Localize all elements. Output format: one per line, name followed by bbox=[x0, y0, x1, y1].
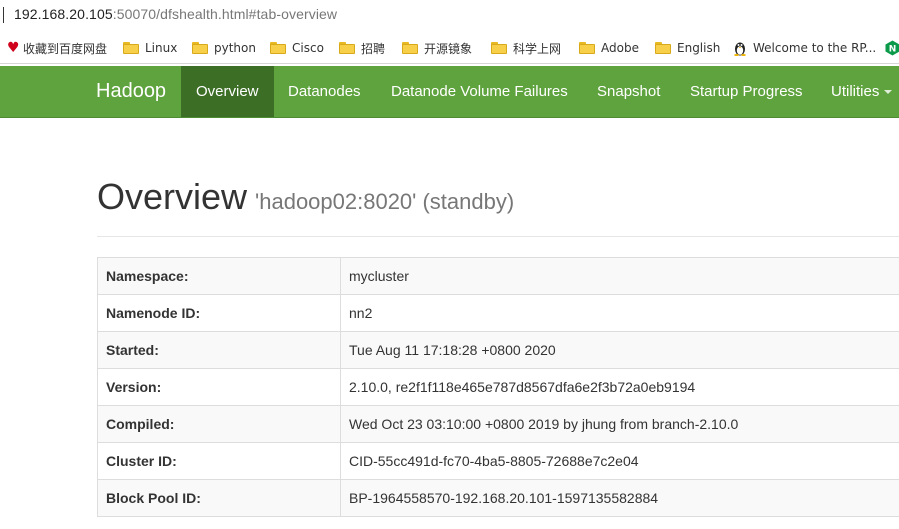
table-row: Compiled: Wed Oct 23 03:10:00 +0800 2019… bbox=[97, 405, 899, 443]
bookmark-label: Cisco bbox=[292, 41, 324, 55]
row-label: Started: bbox=[97, 331, 341, 369]
folder-icon bbox=[339, 42, 355, 54]
table-row: Cluster ID: CID-55cc491d-fc70-4ba5-8805-… bbox=[97, 442, 899, 480]
tab-startup-progress[interactable]: Startup Progress bbox=[675, 66, 818, 117]
bookmark-label: 招聘 bbox=[361, 41, 386, 56]
bookmark-label: 开源镜象 bbox=[424, 41, 473, 56]
bookmark-cisco[interactable]: Cisco bbox=[270, 39, 324, 57]
folder-icon bbox=[270, 42, 286, 54]
folder-icon bbox=[579, 42, 595, 54]
bookmark-linux[interactable]: Linux bbox=[123, 39, 177, 57]
page-subtitle: 'hadoop02:8020' (standby) bbox=[255, 189, 515, 214]
bookmark-adobe[interactable]: Adobe bbox=[579, 39, 639, 57]
tab-datanodes[interactable]: Datanodes bbox=[273, 66, 376, 117]
row-value: nn2 bbox=[340, 294, 899, 332]
bookmark-rp[interactable]: Welcome to the RP... bbox=[733, 39, 876, 57]
page-header: Overview 'hadoop02:8020' (standby) bbox=[97, 176, 514, 218]
bookmark-label: 收藏到百度网盘 bbox=[23, 41, 108, 56]
table-row: Namenode ID: nn2 bbox=[97, 294, 899, 332]
bookmark-label: English bbox=[677, 41, 721, 55]
row-label: Namenode ID: bbox=[97, 294, 341, 332]
navbar: Hadoop Overview Datanodes Datanode Volum… bbox=[0, 66, 899, 118]
bookmark-python[interactable]: python bbox=[192, 39, 256, 57]
table-row: Version: 2.10.0, re2f1f118e465e787d8567d… bbox=[97, 368, 899, 406]
row-label: Version: bbox=[97, 368, 341, 406]
address-bar[interactable]: 192.168.20.105:50070/dfshealth.html#tab-… bbox=[0, 0, 899, 31]
bookmarks-bar: ♥ 收藏到百度网盘 Linux python Cisco 招聘 开源镜象 科学上… bbox=[0, 31, 899, 64]
bookmark-baidu[interactable]: ♥ 收藏到百度网盘 bbox=[7, 39, 107, 57]
row-value: CID-55cc491d-fc70-4ba5-8805-72688e7c2e04 bbox=[340, 442, 899, 480]
url-path: :50070/dfshealth.html#tab-overview bbox=[112, 6, 338, 22]
nginx-icon: N bbox=[885, 40, 899, 56]
bookmark-nginx[interactable]: N bbox=[885, 39, 899, 57]
table-row: Block Pool ID: BP-1964558570-192.168.20.… bbox=[97, 479, 899, 517]
row-label: Cluster ID: bbox=[97, 442, 341, 480]
bookmark-label: Linux bbox=[145, 41, 178, 55]
brand-logo[interactable]: Hadoop bbox=[96, 80, 166, 103]
row-value: BP-1964558570-192.168.20.101-15971355828… bbox=[340, 479, 899, 517]
folder-icon bbox=[655, 42, 671, 54]
row-value: 2.10.0, re2f1f118e465e787d8567dfa6e2f3b7… bbox=[340, 368, 899, 406]
folder-icon bbox=[491, 42, 507, 54]
header-divider bbox=[97, 236, 899, 237]
folder-icon bbox=[402, 42, 418, 54]
bookmark-mirrors[interactable]: 开源镜象 bbox=[402, 39, 472, 57]
bookmark-zhaopin[interactable]: 招聘 bbox=[339, 39, 385, 57]
bookmark-label: 科学上网 bbox=[513, 41, 562, 56]
tab-overview[interactable]: Overview bbox=[181, 66, 274, 117]
row-value: mycluster bbox=[340, 257, 899, 295]
row-label: Compiled: bbox=[97, 405, 341, 443]
bookmark-label: python bbox=[214, 41, 256, 55]
row-label: Namespace: bbox=[97, 257, 341, 295]
tab-snapshot[interactable]: Snapshot bbox=[582, 66, 675, 117]
row-value: Tue Aug 11 17:18:28 +0800 2020 bbox=[340, 331, 899, 369]
row-label: Block Pool ID: bbox=[97, 479, 341, 517]
url-text[interactable]: 192.168.20.105:50070/dfshealth.html#tab-… bbox=[14, 6, 337, 22]
table-row: Started: Tue Aug 11 17:18:28 +0800 2020 bbox=[97, 331, 899, 369]
overview-table: Namespace: mycluster Namenode ID: nn2 St… bbox=[97, 257, 899, 517]
chevron-down-icon bbox=[884, 90, 893, 95]
tab-utilities[interactable]: Utilities bbox=[816, 66, 899, 117]
bookmark-label: Adobe bbox=[601, 41, 639, 55]
text-cursor bbox=[3, 7, 4, 23]
bookmark-label: Welcome to the RP... bbox=[753, 41, 877, 55]
folder-icon bbox=[192, 42, 208, 54]
folder-icon bbox=[123, 42, 139, 54]
tab-datanode-volume-failures[interactable]: Datanode Volume Failures bbox=[376, 66, 583, 117]
bookmark-english[interactable]: English bbox=[655, 39, 720, 57]
row-value: Wed Oct 23 03:10:00 +0800 2019 by jhung … bbox=[340, 405, 899, 443]
linux-icon bbox=[733, 40, 747, 56]
page-title: Overview bbox=[97, 176, 248, 217]
table-row: Namespace: mycluster bbox=[97, 257, 899, 295]
heart-icon: ♥ bbox=[7, 40, 20, 56]
tab-utilities-label: Utilities bbox=[831, 83, 880, 100]
bookmark-science[interactable]: 科学上网 bbox=[491, 39, 561, 57]
svg-text:N: N bbox=[889, 45, 897, 55]
url-host: 192.168.20.105 bbox=[14, 6, 113, 22]
